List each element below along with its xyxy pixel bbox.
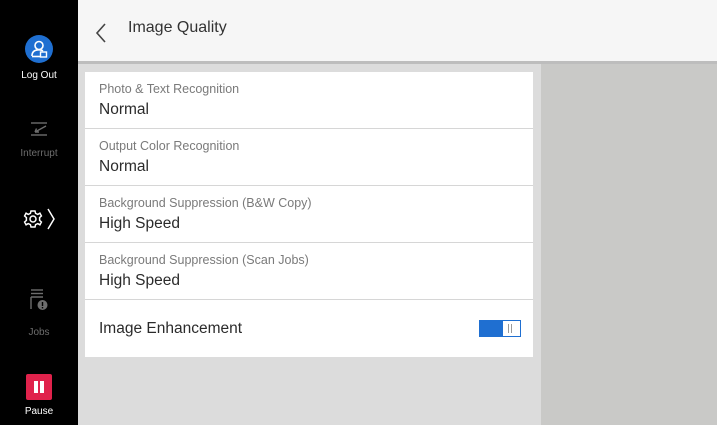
setting-background-suppression-bw-copy[interactable]: Background Suppression (B&W Copy) High S… <box>85 186 533 243</box>
setting-label: Output Color Recognition <box>99 139 240 153</box>
setting-label: Photo & Text Recognition <box>99 82 240 96</box>
setting-label: Background Suppression (Scan Jobs) <box>99 253 309 267</box>
interrupt-icon <box>31 122 47 136</box>
setting-image-enhancement[interactable]: Image Enhancement <box>85 300 533 357</box>
toggle-grip <box>511 324 512 333</box>
setting-label: Background Suppression (B&W Copy) <box>99 196 312 210</box>
page-title: Image Quality <box>128 19 227 36</box>
image-enhancement-toggle[interactable] <box>479 320 521 337</box>
settings-list: Photo & Text Recognition Normal Output C… <box>85 72 533 357</box>
logout-icon <box>25 35 53 63</box>
setting-photo-text-recognition[interactable]: Photo & Text Recognition Normal <box>85 72 533 129</box>
setting-value: Normal <box>99 158 149 175</box>
sidebar: Log Out Interrupt Jobs Pause <box>0 0 78 425</box>
preview-area <box>541 64 717 425</box>
interrupt-label: Interrupt <box>20 148 58 159</box>
header-bar: Image Quality <box>78 0 717 64</box>
chevron-right-icon <box>47 208 55 230</box>
settings-panel: Photo & Text Recognition Normal Output C… <box>78 64 541 425</box>
logout-label: Log Out <box>21 70 57 81</box>
setting-value: High Speed <box>99 215 181 232</box>
toggle-on-fill <box>480 321 503 336</box>
back-button[interactable] <box>91 18 115 48</box>
jobs-label: Jobs <box>28 327 50 338</box>
setting-background-suppression-scan-jobs[interactable]: Background Suppression (Scan Jobs) High … <box>85 243 533 300</box>
pause-icon <box>26 374 52 400</box>
interrupt-button[interactable]: Interrupt <box>0 117 78 160</box>
setting-value: High Speed <box>99 272 181 289</box>
gear-icon <box>23 208 55 230</box>
toggle-grip <box>508 324 509 333</box>
setting-value: Normal <box>99 101 149 118</box>
setting-label: Image Enhancement <box>99 320 243 337</box>
setting-output-color-recognition[interactable]: Output Color Recognition Normal <box>85 129 533 186</box>
chevron-left-icon <box>95 23 106 43</box>
pause-label: Pause <box>24 406 54 417</box>
device-settings-button[interactable] <box>0 205 78 233</box>
jobs-icon <box>30 289 48 310</box>
pause-button[interactable]: Pause <box>0 374 78 418</box>
jobs-button[interactable]: Jobs <box>0 287 78 339</box>
logout-button[interactable]: Log Out <box>0 35 78 82</box>
